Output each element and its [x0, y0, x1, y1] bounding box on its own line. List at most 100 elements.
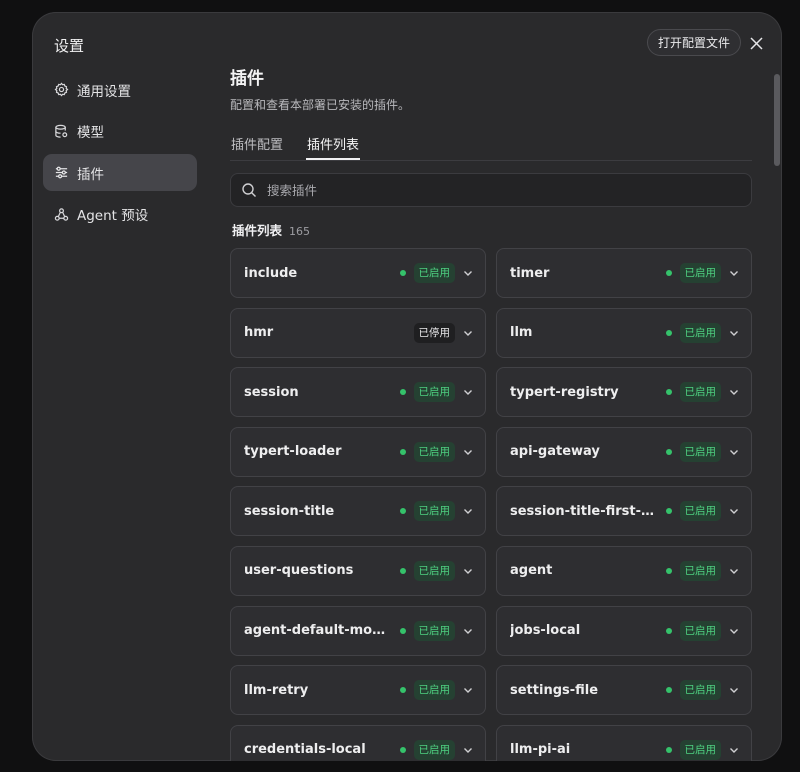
- plugin-card[interactable]: llm 已启用: [496, 307, 752, 358]
- sidebar-item-label: 插件: [77, 166, 104, 183]
- tab-plugin-config[interactable]: 插件配置: [230, 130, 284, 155]
- status-dot: [665, 329, 672, 336]
- plugin-name: jobs-local: [510, 623, 581, 639]
- plugin-card[interactable]: settings-file 已启用: [496, 665, 752, 716]
- plugin-card[interactable]: hmr 已停用: [230, 307, 486, 358]
- status-badge: 已启用: [679, 680, 721, 701]
- plugin-card[interactable]: typert-registry 已启用: [496, 367, 752, 418]
- chevron-down-icon[interactable]: [461, 683, 475, 697]
- sidebar-item-general[interactable]: 通用设置: [43, 71, 197, 108]
- chevron-down-icon[interactable]: [461, 743, 475, 757]
- sidebar-item-agent-presets[interactable]: Agent 预设: [43, 196, 197, 233]
- status-dot: [399, 270, 406, 276]
- scrollbar-thumb[interactable]: [774, 74, 780, 166]
- sidebar-item-plugins[interactable]: 插件: [43, 154, 197, 191]
- chevron-down-icon[interactable]: [727, 445, 741, 459]
- status-dot: [399, 746, 406, 753]
- chevron-down-icon[interactable]: [727, 504, 741, 518]
- plugin-name: session-title: [244, 503, 335, 519]
- sidebar-item-label: 模型: [77, 125, 104, 141]
- status-badge: 已启用: [413, 560, 455, 581]
- plugin-card[interactable]: session 已启用: [230, 367, 486, 418]
- status-badge: 已启用: [413, 739, 455, 760]
- status-badge: 已启用: [679, 560, 721, 581]
- plugin-name: include: [244, 265, 298, 281]
- chevron-down-icon[interactable]: [461, 624, 475, 638]
- chevron-down-icon[interactable]: [727, 564, 741, 578]
- settings-dialog: 设置 通用设置 模型 插件 Agent 预设 打开配置文件 插件 配置和查看本部…: [32, 12, 782, 761]
- status-badge: 已启用: [679, 739, 721, 760]
- status-dot: [665, 389, 672, 396]
- plugin-name: typert-loader: [244, 444, 342, 460]
- sliders-icon: [53, 165, 69, 181]
- chevron-down-icon[interactable]: [461, 385, 475, 399]
- plugin-name: user-questions: [244, 563, 354, 579]
- page-title: 插件: [230, 69, 264, 89]
- status-dot: [665, 567, 672, 574]
- search-icon: [241, 182, 257, 198]
- status-dot: [399, 687, 406, 694]
- plugin-name: timer: [510, 265, 550, 281]
- plugin-name: credentials-local: [244, 742, 366, 758]
- plugin-name: hmr: [244, 325, 274, 341]
- status-badge: 已启用: [679, 501, 721, 522]
- status-dot: [665, 508, 672, 515]
- chevron-down-icon[interactable]: [727, 624, 741, 638]
- sidebar: 设置 通用设置 模型 插件 Agent 预设: [32, 12, 212, 761]
- sidebar-nav: 通用设置 模型 插件 Agent 预设: [43, 71, 197, 237]
- sidebar-item-label: Agent 预设: [77, 208, 149, 224]
- status-dot: [399, 448, 406, 455]
- list-count: 165: [289, 225, 311, 238]
- status-dot: [399, 389, 406, 396]
- plugin-card[interactable]: user-questions 已启用: [230, 545, 486, 596]
- chevron-down-icon[interactable]: [461, 564, 475, 578]
- status-badge: 已启用: [679, 322, 721, 343]
- tab-bar: 插件配置 插件列表: [230, 130, 752, 161]
- status-dot: [399, 567, 406, 574]
- list-header: 插件列表 165: [232, 220, 310, 239]
- tab-plugin-list[interactable]: 插件列表: [306, 130, 361, 160]
- list-title: 插件列表: [232, 223, 283, 238]
- status-badge: 已启用: [413, 441, 455, 462]
- plugin-grid: include 已启用 timer 已启用 hmr 已停用 llm 已启用 session 已启用…: [230, 248, 752, 761]
- chevron-down-icon[interactable]: [727, 683, 741, 697]
- status-badge: 已启用: [679, 382, 721, 403]
- plugin-card[interactable]: api-gateway 已启用: [496, 426, 752, 477]
- plugin-card[interactable]: include 已启用: [230, 248, 486, 298]
- dialog-title: 设置: [54, 37, 85, 55]
- plugin-name: typert-registry: [510, 384, 619, 400]
- plugin-card[interactable]: timer 已启用: [496, 248, 752, 298]
- chevron-down-icon[interactable]: [727, 743, 741, 757]
- page-description: 配置和查看本部署已安装的插件。: [230, 98, 411, 112]
- chevron-down-icon[interactable]: [461, 326, 475, 340]
- plugin-card[interactable]: llm-pi-ai 已启用: [496, 724, 752, 761]
- plugin-card[interactable]: llm-retry 已启用: [230, 665, 486, 716]
- plugin-card[interactable]: agent 已启用: [496, 545, 752, 596]
- plugin-card[interactable]: session-title-first-pro... 已启用: [496, 486, 752, 537]
- status-badge: 已启用: [679, 441, 721, 462]
- plugin-card[interactable]: typert-loader 已启用: [230, 426, 486, 477]
- plugin-card[interactable]: agent-default-model 已启用: [230, 605, 486, 656]
- chevron-down-icon[interactable]: [461, 266, 475, 280]
- chevron-down-icon[interactable]: [727, 385, 741, 399]
- status-dot: [399, 508, 406, 515]
- plugin-name: llm-pi-ai: [510, 742, 571, 758]
- status-badge: 已启用: [413, 501, 455, 522]
- plugin-card[interactable]: session-title 已启用: [230, 486, 486, 537]
- chevron-down-icon[interactable]: [461, 504, 475, 518]
- status-badge: 已启用: [413, 263, 455, 283]
- chevron-down-icon[interactable]: [727, 326, 741, 340]
- gear-icon: [53, 82, 69, 98]
- search-input[interactable]: [265, 181, 739, 199]
- plugin-name: agent-default-model: [244, 623, 394, 639]
- plugin-name: llm: [510, 325, 533, 341]
- plugin-card[interactable]: credentials-local 已启用: [230, 724, 486, 761]
- status-badge: 已停用: [413, 322, 455, 343]
- sidebar-item-models[interactable]: 模型: [43, 113, 197, 150]
- status-dot: [665, 627, 672, 634]
- chevron-down-icon[interactable]: [461, 445, 475, 459]
- plugin-card[interactable]: jobs-local 已启用: [496, 605, 752, 656]
- chevron-down-icon[interactable]: [727, 266, 741, 280]
- status-badge: 已启用: [679, 263, 721, 283]
- status-dot: [665, 448, 672, 455]
